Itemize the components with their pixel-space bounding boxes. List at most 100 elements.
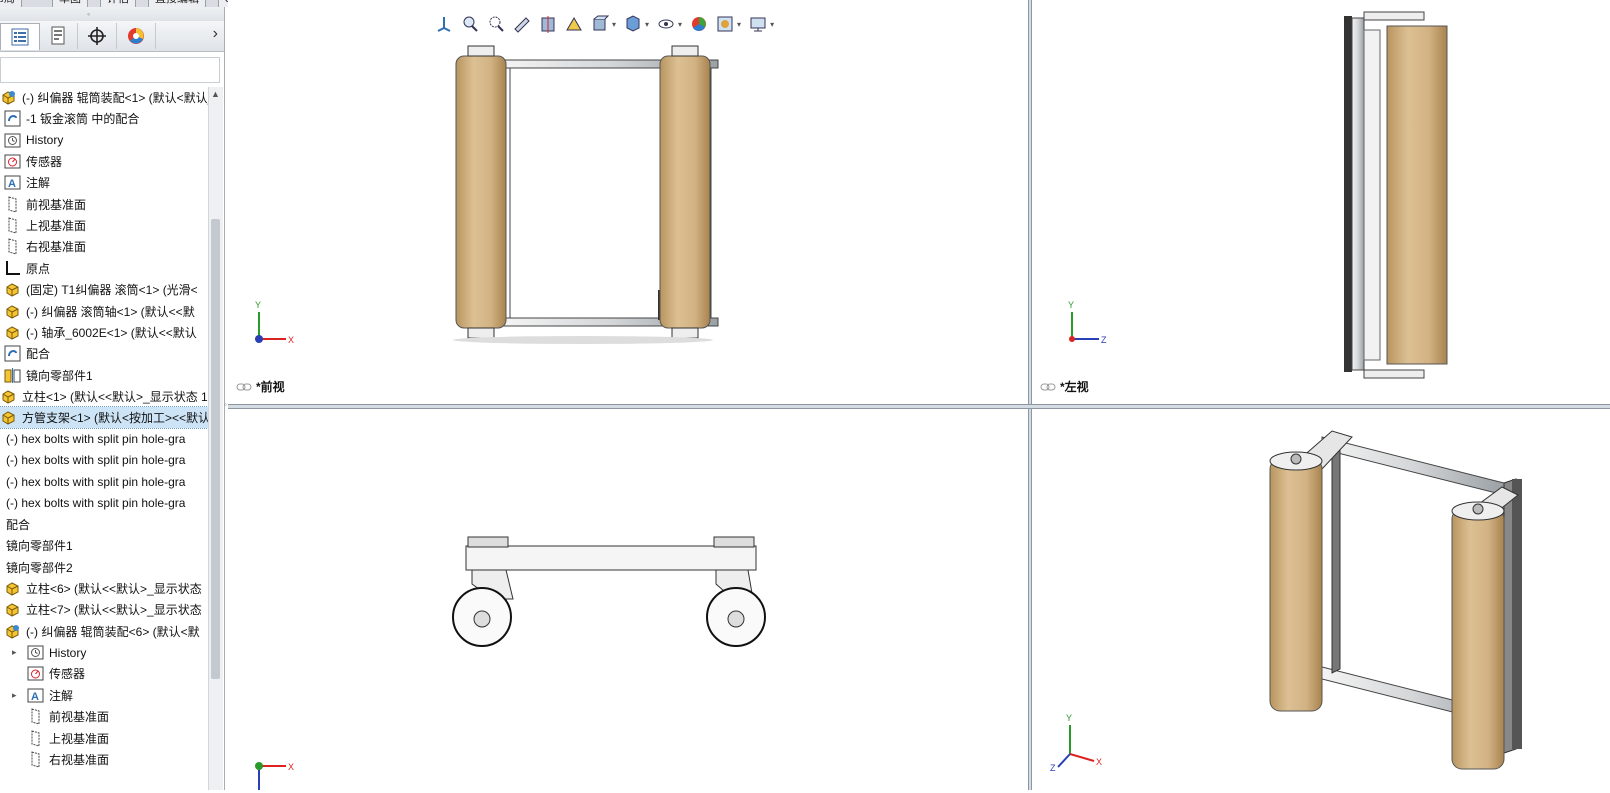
viewport-horizontal-splitter[interactable]: [228, 404, 1610, 409]
tree-item[interactable]: (-) hex bolts with split pin hole-gra: [0, 429, 208, 450]
panel-collapse-handle[interactable]: ◦: [224, 400, 230, 410]
sensor-icon: [4, 153, 21, 170]
command-tab[interactable]: 草图: [52, 0, 88, 7]
view-orientation-icon[interactable]: [433, 13, 455, 35]
chevron-down-icon[interactable]: ▾: [612, 20, 616, 29]
command-tab[interactable]: 布局: [0, 0, 22, 7]
chevron-down-icon[interactable]: ▾: [678, 20, 682, 29]
tree-item[interactable]: ▸ A 注解: [0, 685, 208, 706]
tree-item[interactable]: 立柱<7> (默认<<默认>_显示状态: [0, 599, 208, 620]
link-views-icon[interactable]: [236, 382, 252, 392]
chevron-right-icon[interactable]: ›: [213, 25, 218, 43]
chevron-down-icon[interactable]: ▾: [770, 20, 774, 29]
axis-x-label: X: [288, 762, 294, 772]
tree-item[interactable]: -1 钣金滚筒 中的配合: [0, 108, 208, 129]
chevron-down-icon[interactable]: ▾: [645, 20, 649, 29]
tree-item[interactable]: 原点: [0, 258, 208, 279]
scroll-up-arrow-icon[interactable]: ▲: [211, 89, 220, 99]
scrollbar-thumb[interactable]: [211, 219, 220, 679]
zoom-to-fit-icon[interactable]: [459, 13, 481, 35]
tree-item[interactable]: (-) 轴承_6002E<1> (默认<<默认: [0, 322, 208, 343]
hide-show-icon[interactable]: [655, 13, 677, 35]
annotation-icon: A: [4, 174, 21, 191]
mates-icon: [4, 110, 21, 127]
tree-item[interactable]: 配合: [0, 343, 208, 364]
property-manager-tab[interactable]: [39, 23, 78, 49]
mirror-icon: [4, 367, 21, 384]
top-view-model: X: [255, 536, 766, 790]
front-view-model: Y X: [255, 45, 719, 345]
part-icon: [4, 303, 21, 320]
tree-item[interactable]: 传感器: [0, 663, 208, 684]
part-icon: [4, 580, 21, 597]
tree-item[interactable]: History: [0, 130, 208, 151]
left-view-label: *左视: [1060, 380, 1089, 394]
tree-item-label: 原点: [26, 261, 51, 276]
command-tab[interactable]: 评估: [100, 0, 136, 7]
tree-item[interactable]: 配合: [0, 514, 208, 535]
tree-item-label: (-) 纠偏器 辊筒装配<6> (默认<默: [26, 624, 200, 639]
tree-item[interactable]: 传感器: [0, 151, 208, 172]
tree-item-label: (-) hex bolts with split pin hole-gra: [6, 453, 186, 468]
tree-filter-input[interactable]: [0, 57, 220, 83]
panel-grip[interactable]: ◦: [0, 7, 224, 22]
section-view-icon[interactable]: [537, 13, 559, 35]
viewport-left[interactable]: Y Z *左视: [1032, 0, 1610, 404]
tree-item[interactable]: 前视基准面: [0, 194, 208, 215]
tree-item[interactable]: (-) hex bolts with split pin hole-gra: [0, 493, 208, 514]
tree-item-label: 方管支架<1> (默认<按加工><<默认: [22, 411, 208, 426]
tree-item[interactable]: (-) hex bolts with split pin hole-gra: [0, 450, 208, 471]
configuration-manager-tab[interactable]: [78, 23, 117, 49]
tree-item[interactable]: (-) 纠偏器 辊筒装配<6> (默认<默: [0, 621, 208, 642]
tree-item[interactable]: 镜向零部件1: [0, 535, 208, 556]
tree-item[interactable]: 右视基准面: [0, 236, 208, 257]
tree-item-label: 镜向零部件1: [6, 539, 73, 554]
front-view-label: *前视: [256, 380, 285, 394]
tree-item[interactable]: 右视基准面: [0, 749, 208, 770]
tree-item[interactable]: 镜向零部件1: [0, 365, 208, 386]
axis-y-label: Y: [1068, 300, 1074, 310]
tree-item[interactable]: 上视基准面: [0, 215, 208, 236]
plane-icon: [4, 217, 21, 234]
tree-item[interactable]: A 注解: [0, 172, 208, 193]
feature-manager-tab[interactable]: [0, 23, 40, 50]
tree-item[interactable]: 上视基准面: [0, 728, 208, 749]
command-tab[interactable]: 直接编辑: [148, 0, 206, 7]
chevron-down-icon[interactable]: ▾: [737, 20, 741, 29]
tree-item[interactable]: (固定) T1纠偏器 滚筒<1> (光滑<: [0, 279, 208, 300]
display-manager-tab[interactable]: [117, 23, 156, 49]
part-icon: [4, 324, 21, 341]
expand-arrow-icon[interactable]: ▸: [12, 690, 17, 701]
plane-icon: [27, 751, 44, 768]
tree-scrollbar[interactable]: ▲: [208, 87, 223, 790]
link-views-icon[interactable]: [1040, 382, 1056, 392]
dynamic-annotation-icon[interactable]: [563, 13, 585, 35]
viewport-isometric[interactable]: Y X Z: [1032, 409, 1610, 790]
view-settings-monitor-icon[interactable]: [747, 13, 769, 35]
tree-item[interactable]: (-) hex bolts with split pin hole-gra: [0, 471, 208, 492]
tree-item[interactable]: 立柱<1> (默认<<默认>_显示状态 1>: [0, 386, 208, 407]
tree-item[interactable]: 镜向零部件2: [0, 557, 208, 578]
tree-item[interactable]: ▸ History: [0, 642, 208, 663]
tree-item-label: 立柱<1> (默认<<默认>_显示状态 1>: [22, 389, 208, 404]
part-icon: [4, 601, 21, 618]
tree-item[interactable]: 方管支架<1> (默认<按加工><<默认: [0, 406, 208, 430]
edit-appearance-icon[interactable]: [688, 13, 710, 35]
viewport-vertical-splitter[interactable]: [1028, 0, 1032, 790]
tree-item[interactable]: 前视基准面: [0, 706, 208, 727]
display-style-icon[interactable]: [622, 13, 644, 35]
tree-item[interactable]: 立柱<6> (默认<<默认>_显示状态: [0, 578, 208, 599]
previous-view-icon[interactable]: [511, 13, 533, 35]
tree-item-label: 右视基准面: [49, 752, 110, 767]
tree-item[interactable]: (-) 纠偏器 滚筒轴<1> (默认<<默: [0, 301, 208, 322]
feature-manager-icon: [11, 28, 29, 46]
view-settings-icon[interactable]: [589, 13, 611, 35]
tree-item[interactable]: (-) 纠偏器 辊筒装配<1> (默认<默认_: [0, 87, 208, 108]
assembly-icon: [4, 623, 21, 640]
expand-arrow-icon[interactable]: ▸: [12, 647, 17, 658]
zoom-area-icon[interactable]: [485, 13, 507, 35]
viewport-top[interactable]: X: [228, 409, 1028, 790]
apply-scene-icon[interactable]: [714, 13, 736, 35]
plane-icon: [4, 238, 21, 256]
viewport-front[interactable]: Y X *前视: [228, 0, 1028, 404]
